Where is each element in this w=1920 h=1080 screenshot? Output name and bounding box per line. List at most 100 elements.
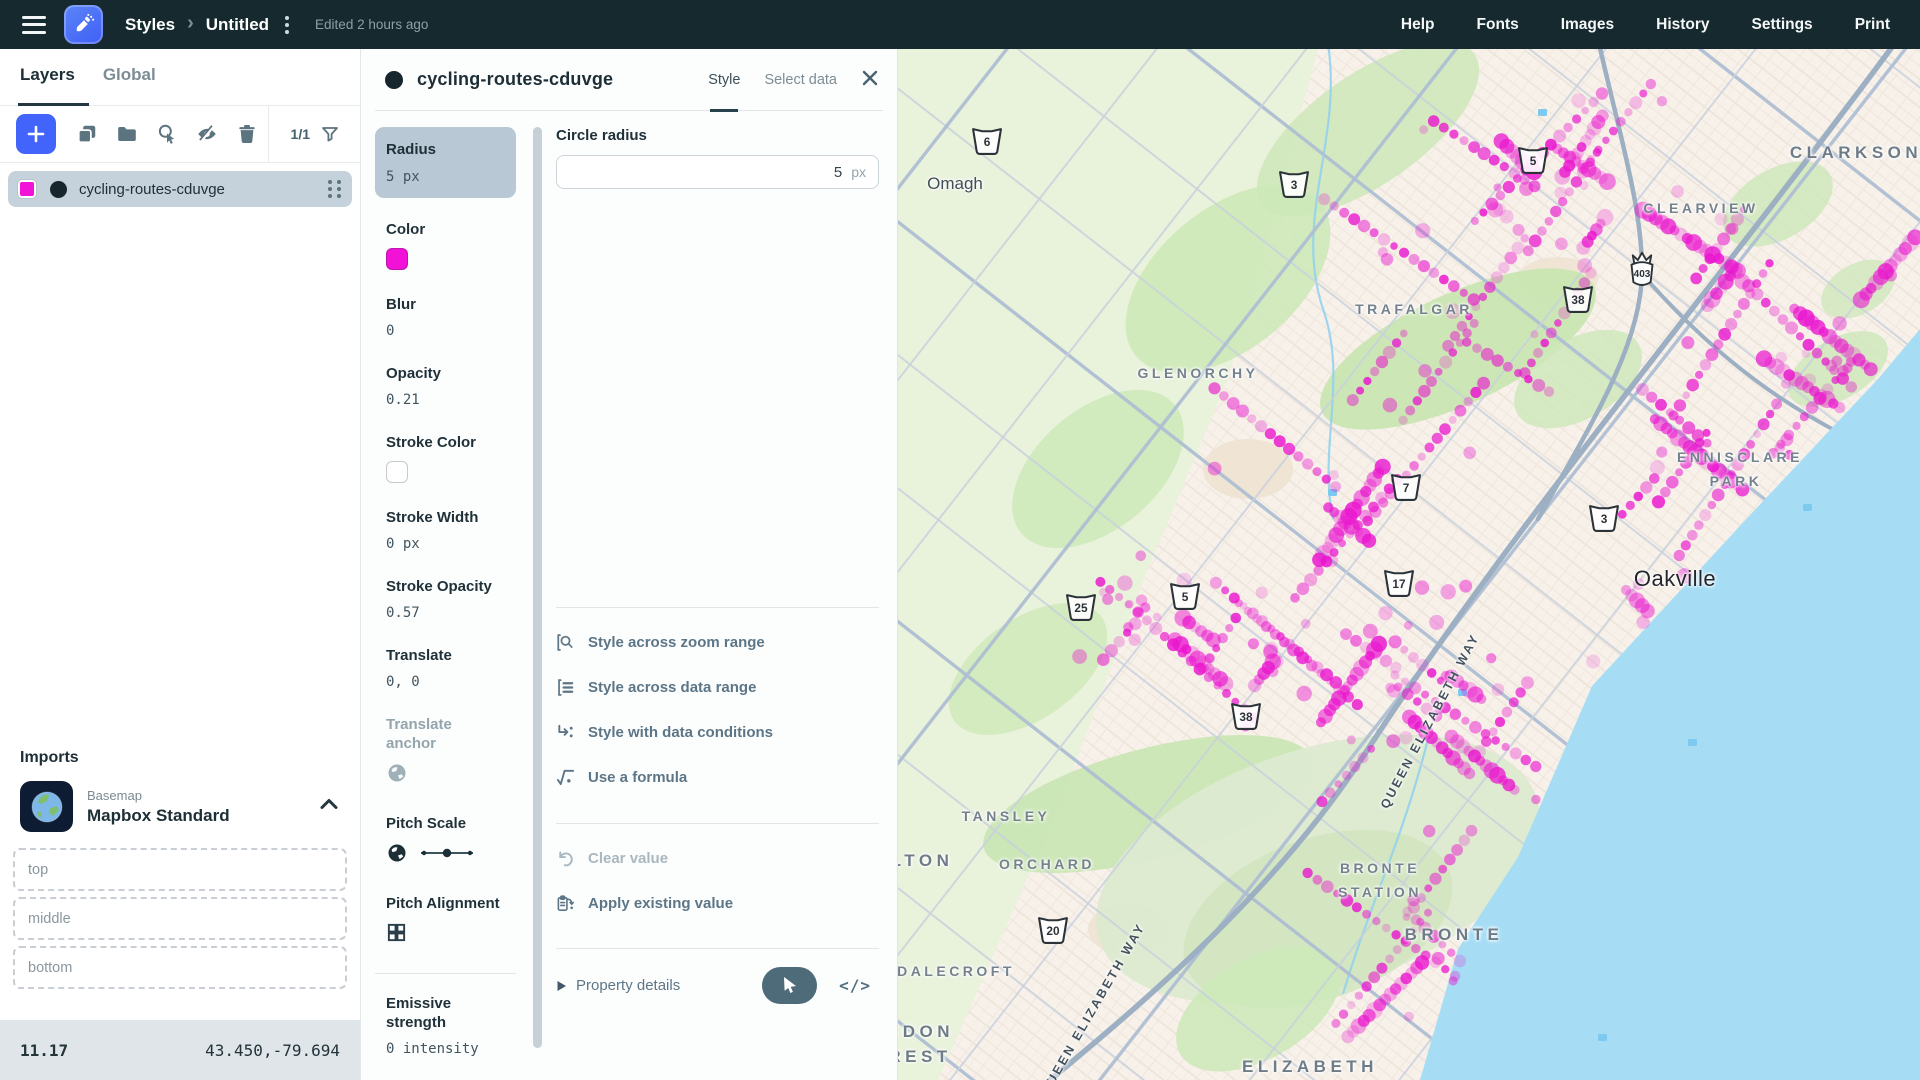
nav-settings[interactable]: Settings <box>1752 16 1813 34</box>
property-label: Opacity <box>386 364 505 383</box>
property-label: Radius <box>386 140 505 159</box>
property-translate-anchor[interactable]: Translate anchor <box>375 715 516 789</box>
property-value: 0 <box>386 323 505 339</box>
breadcrumb-styles[interactable]: Styles <box>125 15 175 35</box>
style-actions: Style across zoom range Style across data… <box>556 607 879 800</box>
property-color-swatch[interactable] <box>386 248 408 270</box>
filter-layers-button[interactable] <box>316 120 344 148</box>
duplicate-layer-button[interactable] <box>72 119 102 149</box>
circle-radius-input[interactable]: 5 px <box>556 155 879 189</box>
cursor-mode-button[interactable] <box>762 967 817 1004</box>
tab-select-data[interactable]: Select data <box>764 49 837 111</box>
property-rail: Radius 5 px Color Blur0 Opacity0.21 Stroke Co… <box>375 127 516 1080</box>
collapse-basemap-button[interactable] <box>318 796 340 817</box>
property-label: Translate anchor <box>386 715 505 753</box>
panel-header: cycling-routes-cduvge Style Select data <box>375 49 883 111</box>
action-style-across-data-range[interactable]: Style across data range <box>556 665 879 710</box>
close-panel-button[interactable] <box>857 65 883 94</box>
action-use-a-formula[interactable]: Use a formula <box>556 755 879 800</box>
inspect-icon <box>156 123 178 145</box>
property-label: Stroke Width <box>386 508 505 527</box>
cursor-arrow-icon <box>781 976 798 995</box>
property-opacity[interactable]: Opacity0.21 <box>375 364 516 408</box>
group-layers-button[interactable] <box>112 119 142 149</box>
action-label: Style across zoom range <box>588 634 765 651</box>
action-style-across-zoom-range[interactable]: Style across zoom range <box>556 620 879 665</box>
action-label: Style with data conditions <box>588 724 773 741</box>
nav-print[interactable]: Print <box>1855 16 1890 34</box>
data-conditions-icon <box>556 723 575 742</box>
close-icon <box>861 69 879 87</box>
funnel-icon <box>320 124 340 144</box>
menu-icon[interactable] <box>22 16 46 34</box>
basemap-slot-middle[interactable]: middle <box>13 897 347 940</box>
basemap-slot-top[interactable]: top <box>13 848 347 891</box>
property-stroke-opacity[interactable]: Stroke Opacity0.57 <box>375 577 516 621</box>
coordinates: 43.450,-79.694 <box>205 1041 340 1060</box>
property-radius[interactable]: Radius 5 px <box>375 127 516 198</box>
basemap-meta: Basemap Mapbox Standard <box>87 788 230 826</box>
duplicate-icon <box>76 123 98 145</box>
property-blur[interactable]: Blur0 <box>375 295 516 339</box>
circle-radius-unit: px <box>851 164 866 180</box>
toggle-visibility-button[interactable] <box>192 119 222 149</box>
tab-style[interactable]: Style <box>708 49 740 111</box>
property-emissive-strength[interactable]: Emissive strength0 intensity <box>375 994 516 1057</box>
property-details-toggle[interactable]: Property details <box>556 977 680 994</box>
property-pitch-scale[interactable]: Pitch Scale <box>375 814 516 869</box>
panel-tabs: Style Select data <box>708 49 837 111</box>
property-translate[interactable]: Translate0, 0 <box>375 646 516 690</box>
action-apply-existing-value[interactable]: Apply existing value <box>556 881 879 926</box>
property-pitch-alignment[interactable]: Pitch Alignment <box>375 894 516 948</box>
rail-divider <box>375 973 516 974</box>
tab-global[interactable]: Global <box>103 65 156 106</box>
sidebar-tabs: Layers Global <box>0 49 360 106</box>
property-color-swatch[interactable] <box>386 461 408 483</box>
breadcrumb-style-name[interactable]: Untitled <box>206 15 269 35</box>
action-style-with-data-conditions[interactable]: Style with data conditions <box>556 710 879 755</box>
imports-section: Imports Basemap Mapbox Standard to <box>0 749 360 995</box>
nav-images[interactable]: Images <box>1561 16 1614 34</box>
property-detail: Circle radius 5 px <box>556 127 879 189</box>
action-label: Apply existing value <box>588 895 733 912</box>
property-value: 5 px <box>386 169 505 185</box>
rail-scrollbar[interactable] <box>533 127 542 1048</box>
nav-history[interactable]: History <box>1656 16 1709 34</box>
chevron-right-icon: › <box>187 12 194 35</box>
layer-row-cycling-routes[interactable]: cycling-routes-cduvge <box>8 171 352 207</box>
basemap-import-row[interactable]: Basemap Mapbox Standard <box>13 781 347 832</box>
layer-filter-group: 1/1 <box>268 106 344 163</box>
add-layer-button[interactable] <box>16 114 56 154</box>
code-view-button[interactable]: </> <box>839 976 871 995</box>
basemap-thumbnail <box>20 781 73 832</box>
delete-layer-button[interactable] <box>232 119 262 149</box>
property-color[interactable]: Color <box>375 220 516 270</box>
data-range-icon <box>556 678 575 697</box>
basemap-label: Basemap <box>87 788 230 803</box>
nav-help[interactable]: Help <box>1401 16 1435 34</box>
grid-icon <box>386 922 505 948</box>
play-triangle-icon <box>556 980 567 992</box>
property-value: 0.57 <box>386 605 505 621</box>
drag-handle-icon[interactable] <box>328 180 342 198</box>
nav-fonts[interactable]: Fonts <box>1477 16 1519 34</box>
inspect-layer-button[interactable] <box>152 119 182 149</box>
property-label: Pitch Alignment <box>386 894 505 913</box>
tab-layers[interactable]: Layers <box>20 65 75 106</box>
map-canvas[interactable]: OmaghCLARKSONCLEARVIEWTRAFALGARGLENORCHY… <box>898 49 1920 1080</box>
basemap-slot-bottom[interactable]: bottom <box>13 946 347 989</box>
property-stroke-color[interactable]: Stroke Color <box>375 433 516 483</box>
chevron-up-icon <box>318 796 340 812</box>
zoom-level: 11.17 <box>20 1041 68 1060</box>
property-label: Translate <box>386 646 505 665</box>
pitch-scale-slider[interactable] <box>418 846 476 865</box>
layers-sidebar: Layers Global 1/1 <box>0 49 361 1080</box>
plus-icon <box>26 124 46 144</box>
layer-color-swatch[interactable] <box>18 180 36 198</box>
layer-count: 1/1 <box>291 126 310 142</box>
mapbox-studio-logo[interactable] <box>64 5 103 44</box>
style-options-icon[interactable] <box>281 14 293 36</box>
property-value: 0 intensity <box>386 1041 505 1057</box>
property-stroke-width[interactable]: Stroke Width0 px <box>375 508 516 552</box>
action-label: Use a formula <box>588 769 687 786</box>
